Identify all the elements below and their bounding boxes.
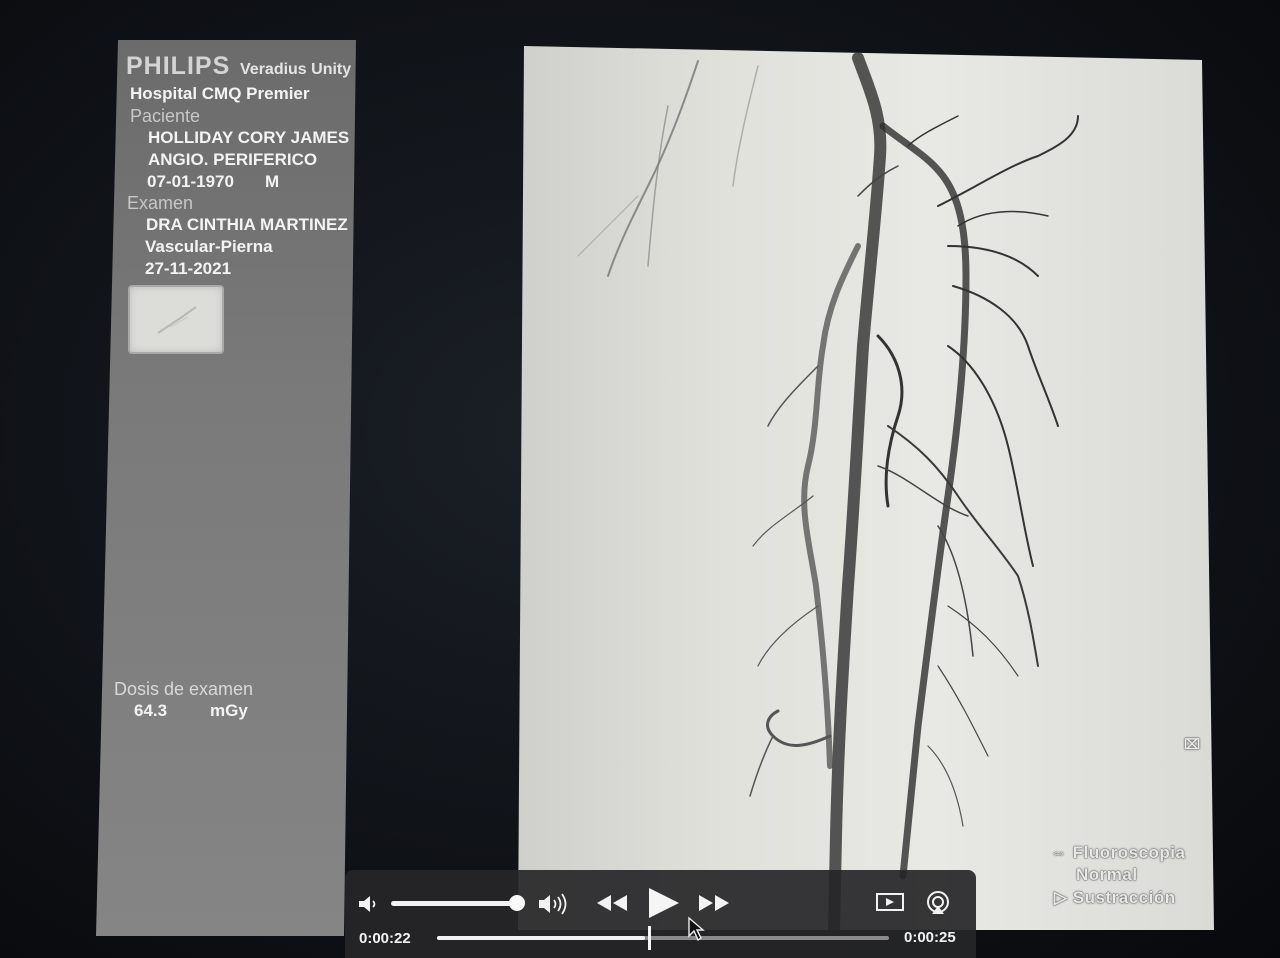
patient-sex: M [265,172,280,191]
subtraction-mode-label: ▷ Sustracción [1054,888,1176,908]
main-artery [828,52,887,930]
exam-type: Vascular-Pierna [145,237,273,256]
mode-normal: Normal [1076,865,1138,884]
patient-name: HOLLIDAY CORY JAMES [148,128,350,147]
deep-artery [879,122,970,880]
mouse-cursor-icon [688,916,705,942]
thumbnail-vessel-icon [157,306,197,334]
exam-label: Examen [127,193,194,213]
birth-date: 07-01-1970 [147,172,234,191]
link-icon: ⇔ [1050,843,1068,862]
mode-subtraction: Sustracción [1072,888,1176,907]
doctor-name: DRA CINTHIA MARTINEZ [146,215,348,234]
patient-label: Paciente [130,106,201,126]
speaker-low-icon[interactable] [357,894,379,914]
dose-unit: mGy [210,701,248,720]
procedure-name: ANGIO. PERIFERICO [148,150,318,169]
fluoroscopy-mode-label: ⇔ Fluoroscopia [1050,843,1185,863]
video-controls-bar: 0:00:22 0:00:25 [345,870,976,958]
dose-value: 64.3 [134,701,168,720]
volume-slider-thumb[interactable] [509,895,525,911]
brand-logo: PHILIPS [126,52,231,80]
product-name: Veradius Unity [240,61,352,78]
airplay-icon[interactable] [925,890,951,916]
hospital-name: Hospital CMQ Premier [130,84,310,103]
pip-icon[interactable] [875,892,905,914]
exam-date: 27-11-2021 [145,259,232,278]
elapsed-time: 0:00:22 [359,930,411,947]
scale-marker-icon: ⌧ [1184,736,1201,752]
speaker-high-icon[interactable] [537,892,571,916]
play-small-icon: ▷ [1054,888,1068,907]
playhead[interactable] [648,926,651,950]
play-icon[interactable] [645,886,681,920]
remaining-time: 0:00:25 [904,929,956,946]
rewind-icon[interactable] [595,893,629,913]
progress-fill [437,936,645,940]
dose-label: Dosis de examen [114,679,254,699]
fast-forward-icon[interactable] [697,893,731,913]
progress-track[interactable] [437,936,889,940]
angiography-image: ⌧ [518,46,1214,930]
mode-fluoroscopy: Fluoroscopia [1072,843,1186,862]
volume-slider[interactable] [391,901,519,906]
vessel-drawing [577,52,1079,930]
thumbnail-image[interactable] [128,285,224,354]
